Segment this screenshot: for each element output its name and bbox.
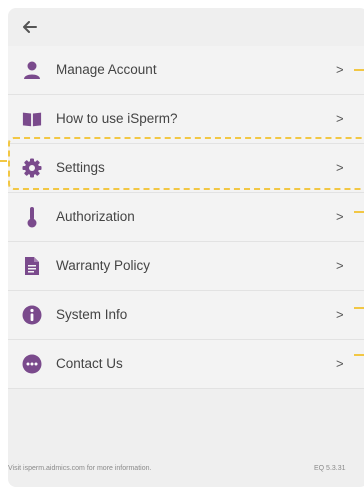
menu-item-label: System Info	[56, 307, 128, 322]
menu-item-contact-us[interactable]: Contact Us >	[8, 340, 364, 389]
menu-item-settings[interactable]: Settings >	[8, 144, 364, 193]
chevron-right-icon: >	[336, 356, 344, 371]
menu-item-label: Warranty Policy	[56, 258, 151, 273]
version-label: EQ 5.3.31	[314, 465, 346, 472]
chevron-right-icon: >	[336, 62, 344, 77]
chevron-right-icon: >	[336, 258, 344, 273]
arrow-left-icon	[23, 21, 37, 33]
menu-item-label: Contact Us	[56, 356, 123, 371]
document-icon	[22, 256, 42, 276]
app-frame: Manage Account > How to use iSperm? > Se…	[0, 0, 364, 487]
user-icon	[22, 60, 42, 80]
thermometer-icon	[22, 207, 42, 228]
footer-suffix: for more information.	[84, 465, 152, 472]
book-icon	[22, 109, 42, 129]
annotation-mark-contact-us	[354, 354, 364, 356]
chat-icon	[22, 354, 42, 374]
footer-info: Visit isperm.aidmics.com for more inform…	[8, 465, 151, 472]
annotation-mark-system-info	[354, 307, 364, 309]
gear-icon	[22, 158, 42, 178]
annotation-mark-left	[0, 160, 7, 162]
menu-item-system-info[interactable]: System Info >	[8, 291, 364, 340]
menu-item-how-to-use[interactable]: How to use iSperm? >	[8, 95, 364, 144]
settings-panel: Manage Account > How to use iSperm? > Se…	[8, 8, 364, 487]
website-link[interactable]: isperm.aidmics.com	[23, 465, 85, 472]
annotation-mark-manage-account	[354, 69, 364, 71]
menu-item-warranty-policy[interactable]: Warranty Policy >	[8, 242, 364, 291]
chevron-right-icon: >	[336, 111, 344, 126]
menu-item-label: Manage Account	[56, 62, 157, 77]
info-icon	[22, 305, 42, 325]
top-bar	[8, 8, 364, 46]
annotation-mark-authorization	[354, 211, 364, 213]
back-button[interactable]	[20, 19, 40, 35]
menu-item-label: Settings	[56, 160, 105, 175]
menu-item-label: How to use iSperm?	[56, 111, 178, 126]
chevron-right-icon: >	[336, 209, 344, 224]
chevron-right-icon: >	[336, 160, 344, 175]
menu-item-label: Authorization	[56, 209, 135, 224]
menu-list: Manage Account > How to use iSperm? > Se…	[8, 46, 364, 389]
chevron-right-icon: >	[336, 307, 344, 322]
menu-item-authorization[interactable]: Authorization >	[8, 193, 364, 242]
footer-prefix: Visit	[8, 465, 24, 472]
menu-item-manage-account[interactable]: Manage Account >	[8, 46, 364, 95]
